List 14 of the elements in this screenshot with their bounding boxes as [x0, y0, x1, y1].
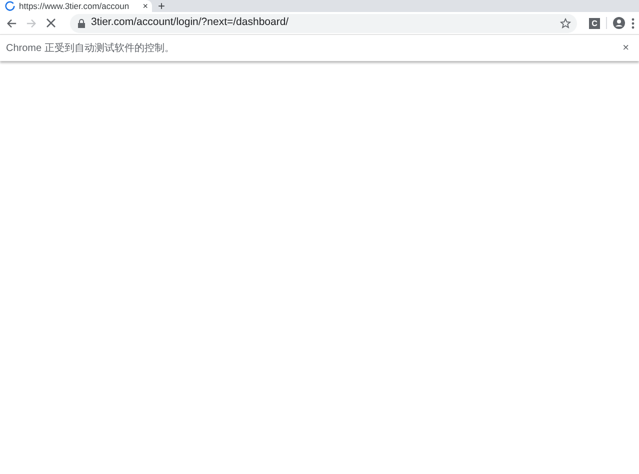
lock-icon — [78, 18, 85, 28]
menu-icon[interactable] — [631, 18, 635, 28]
infobar-message: Chrome 正受到自动测试软件的控制。 — [6, 42, 176, 56]
new-tab-button[interactable]: + — [158, 0, 166, 12]
url-text: 3tier.com/account/login/?next=/dashboard/ — [91, 15, 290, 30]
address-bar[interactable]: 3tier.com/account/login/?next=/dashboard/ — [70, 14, 577, 32]
tab-title: https://www.3tier.com/accoun — [19, 1, 130, 11]
star-icon[interactable] — [560, 18, 571, 28]
browser-tab[interactable]: https://www.3tier.com/accoun × — [0, 0, 152, 12]
tab-close-button[interactable]: × — [142, 1, 148, 11]
stop-loading-icon[interactable] — [44, 16, 58, 30]
profile-icon[interactable] — [613, 17, 625, 29]
extension-button[interactable]: C — [589, 18, 600, 28]
close-button[interactable]: × — [622, 42, 629, 54]
